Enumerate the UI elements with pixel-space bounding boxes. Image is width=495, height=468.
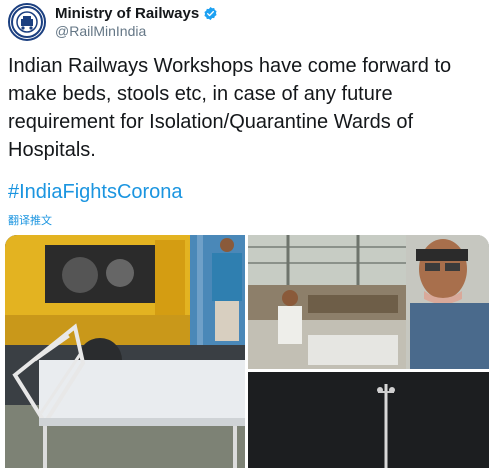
workshop-bed-photo[interactable] [5,235,245,468]
display-name[interactable]: Ministry of Railways [55,5,199,22]
translate-tweet-link[interactable]: 翻译推文 [8,212,52,228]
avatar[interactable] [8,3,46,41]
user-handle[interactable]: @RailMinIndia [55,23,218,39]
indian-railways-logo-icon [11,6,43,38]
dark-pole-photo[interactable] [248,372,489,468]
verified-badge-icon [203,6,218,21]
media-grid [5,235,489,468]
workshop-floor-photo[interactable] [248,235,489,369]
tweet-header: Ministry of Railways @RailMinIndia [8,0,218,44]
author-info: Ministry of Railways @RailMinIndia [55,5,218,39]
tweet-body-text: Indian Railways Workshops have come forw… [8,55,452,161]
name-row: Ministry of Railways [55,5,218,22]
hashtag-link[interactable]: #IndiaFightsCorona [8,181,183,204]
